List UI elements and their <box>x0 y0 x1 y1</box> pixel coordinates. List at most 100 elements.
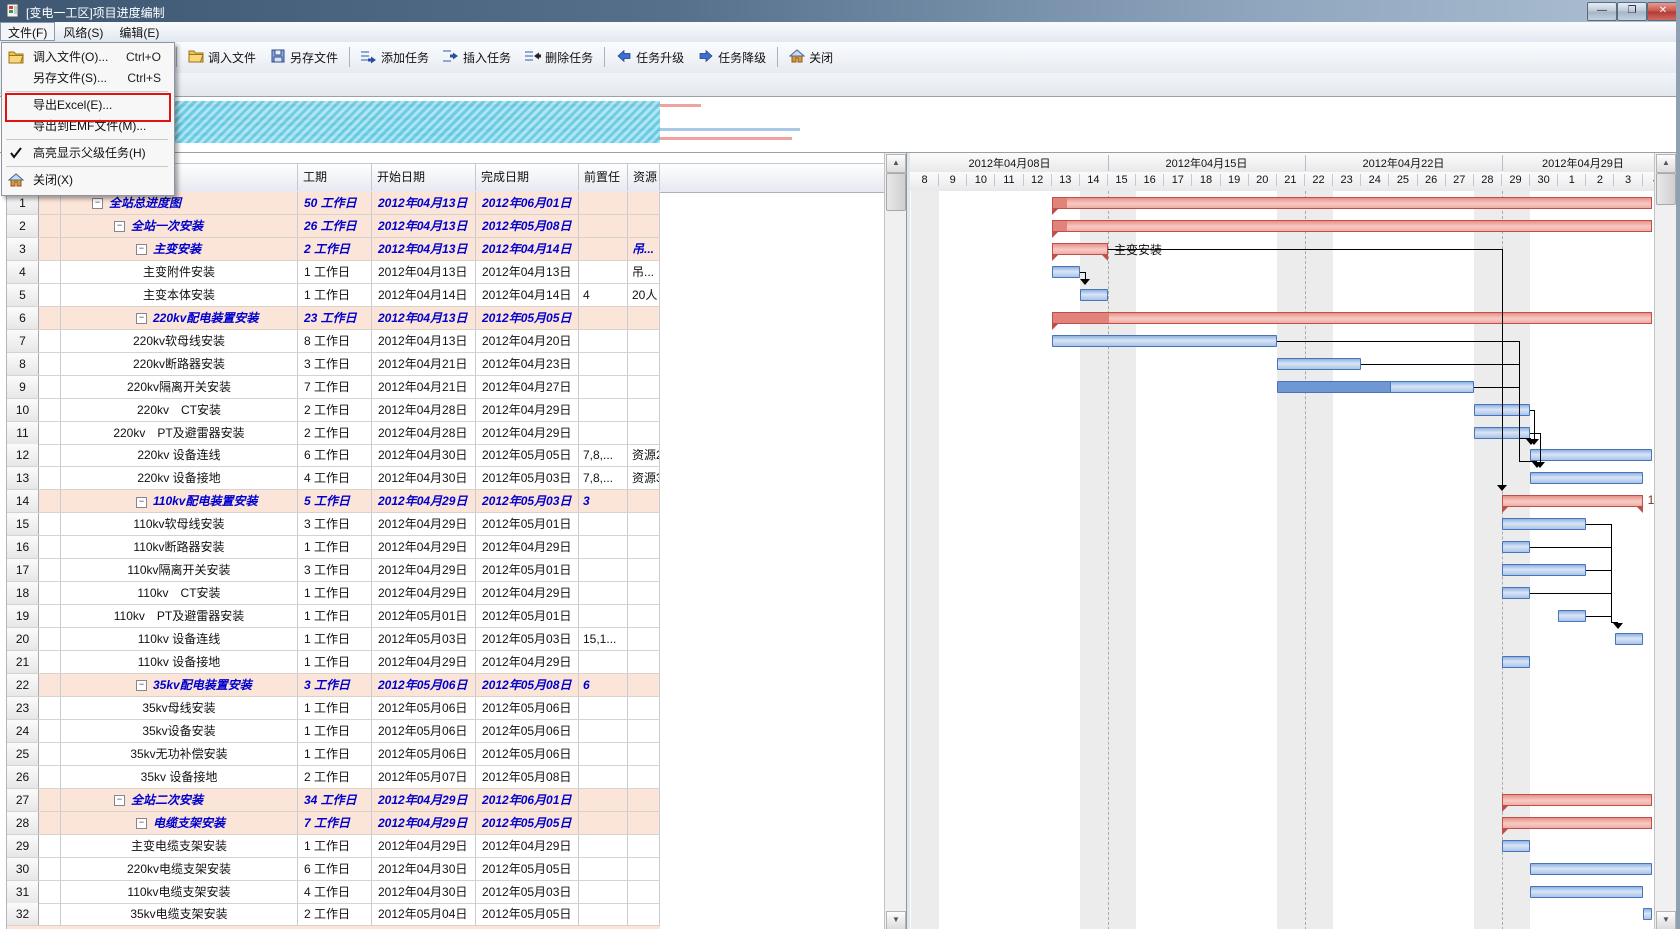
task-row-28[interactable]: 28−电缆支架安装7 工作日2012年04月29日2012年05月05日 <box>7 812 660 835</box>
toolbar-button-插入任务[interactable]: 插入任务 <box>436 46 518 69</box>
toolbar-button-关闭[interactable]: 关闭 <box>782 46 840 69</box>
task-bar-row4[interactable] <box>1052 266 1080 278</box>
menu-edit[interactable]: 编辑(E) <box>111 22 167 41</box>
task-row-30[interactable]: 30220kv电缆支架安装6 工作日2012年04月30日2012年05月05日 <box>7 858 660 881</box>
task-bar-row32[interactable] <box>1643 908 1652 920</box>
task-row-10[interactable]: 10220kv CT安装2 工作日2012年04月28日2012年04月29日 <box>7 399 660 422</box>
task-bar-row13[interactable] <box>1530 472 1643 484</box>
collapse-icon[interactable]: − <box>114 221 125 232</box>
collapse-icon[interactable]: − <box>92 198 103 209</box>
menu-file[interactable]: 文件(F) <box>0 22 55 41</box>
task-row-4[interactable]: 4主变附件安装1 工作日2012年04月13日2012年04月13日吊... <box>7 261 660 284</box>
scrollbar-thumb[interactable] <box>886 173 906 211</box>
task-row-22[interactable]: 22−35kv配电装置安装3 工作日2012年05月06日2012年05月08日… <box>7 674 660 697</box>
summary-bar-row14[interactable] <box>1502 495 1643 507</box>
task-row-32[interactable]: 3235kv电缆支架安装2 工作日2012年05月04日2012年05月05日 <box>7 903 660 926</box>
menu-network[interactable]: 风络(S) <box>55 22 111 41</box>
scroll-up-button[interactable]: ▲ <box>886 154 906 173</box>
column-header[interactable]: 前置任务 <box>579 164 628 191</box>
task-row-19[interactable]: 19110kv PT及避雷器安装1 工作日2012年05月01日2012年05月… <box>7 605 660 628</box>
task-bar-row21[interactable] <box>1502 656 1530 668</box>
summary-bar-row1[interactable] <box>1052 197 1652 209</box>
table-cell: 220kv 设备连线 <box>61 444 298 466</box>
task-row-13[interactable]: 13220kv 设备接地4 工作日2012年04月30日2012年05月03日7… <box>7 467 660 490</box>
task-bar-row20[interactable] <box>1615 633 1643 645</box>
overview-selection-region[interactable] <box>100 101 660 143</box>
task-row-26[interactable]: 2635kv 设备接地2 工作日2012年05月07日2012年05月08日 <box>7 766 660 789</box>
task-row-29[interactable]: 29主变电缆支架安装1 工作日2012年04月29日2012年04月29日 <box>7 835 660 858</box>
summary-bar-row28[interactable] <box>1502 817 1652 829</box>
task-row-18[interactable]: 18110kv CT安装1 工作日2012年04月29日2012年04月29日 <box>7 582 660 605</box>
toolbar-button-任务降级[interactable]: 任务降级 <box>691 46 773 69</box>
task-bar-row15[interactable] <box>1502 518 1586 530</box>
collapse-icon[interactable]: − <box>136 818 147 829</box>
collapse-icon[interactable]: − <box>136 680 147 691</box>
collapse-icon[interactable]: − <box>114 795 125 806</box>
column-header[interactable]: 资源 <box>628 164 660 191</box>
table-cell: 2012年05月01日 <box>372 605 476 627</box>
toolbar-button-删除任务[interactable]: 删除任务 <box>518 46 600 69</box>
task-row-12[interactable]: 12220kv 设备连线6 工作日2012年04月30日2012年05月05日7… <box>7 444 660 467</box>
scroll-down-button[interactable]: ▼ <box>1656 911 1676 929</box>
summary-bar-row27[interactable] <box>1502 794 1652 806</box>
table-vertical-scrollbar[interactable]: ▲ ▼ <box>884 153 908 929</box>
task-bar-row5[interactable] <box>1080 289 1108 301</box>
column-header[interactable]: 工期 <box>298 164 372 191</box>
task-row-6[interactable]: 6−220kv配电装置安装23 工作日2012年04月13日2012年05月05… <box>7 307 660 330</box>
task-row-11[interactable]: 11220kv PT及避雷器安装2 工作日2012年04月28日2012年04月… <box>7 422 660 445</box>
summary-bar-row6[interactable] <box>1052 312 1652 324</box>
task-bar-row18[interactable] <box>1502 587 1530 599</box>
collapse-icon[interactable]: − <box>136 497 147 508</box>
collapse-icon[interactable]: − <box>136 244 147 255</box>
table-cell: 30 <box>7 858 39 880</box>
gantt-vertical-scrollbar[interactable]: ▲ ▼ <box>1654 153 1678 929</box>
toolbar-button-另存文件[interactable]: 另存文件 <box>263 46 345 69</box>
collapse-icon[interactable]: − <box>136 313 147 324</box>
table-cell <box>39 399 61 421</box>
scrollbar-thumb[interactable] <box>1656 173 1676 205</box>
restore-button[interactable]: ❐ <box>1617 2 1647 21</box>
toolbar-button-添加任务[interactable]: 添加任务 <box>354 46 436 69</box>
task-row-23[interactable]: 2335kv母线安装1 工作日2012年05月06日2012年05月06日 <box>7 697 660 720</box>
task-row-16[interactable]: 16110kv断路器安装1 工作日2012年04月29日2012年04月29日 <box>7 536 660 559</box>
menu-item-高亮显示父级任务(H)[interactable]: 高亮显示父级任务(H) <box>3 143 171 164</box>
task-row-24[interactable]: 2435kv设备安装1 工作日2012年05月06日2012年05月06日 <box>7 720 660 743</box>
task-bar-row9[interactable] <box>1277 381 1474 393</box>
task-row-20[interactable]: 20110kv 设备连线1 工作日2012年05月03日2012年05月03日1… <box>7 628 660 651</box>
menu-item-另存文件(S)...[interactable]: 另存文件(S)...Ctrl+S <box>3 68 171 89</box>
scroll-up-button[interactable]: ▲ <box>1656 154 1676 173</box>
task-bar-row29[interactable] <box>1502 840 1530 852</box>
scroll-down-button[interactable]: ▼ <box>886 911 906 929</box>
task-bar-row7[interactable] <box>1052 335 1277 347</box>
close-button[interactable]: ✕ <box>1647 2 1679 21</box>
task-bar-row8[interactable] <box>1277 358 1361 370</box>
task-row-2[interactable]: 2−全站一次安装26 工作日2012年04月13日2012年05月08日 <box>7 215 660 238</box>
task-row-21[interactable]: 21110kv 设备接地1 工作日2012年04月29日2012年04月29日 <box>7 651 660 674</box>
task-bar-row30[interactable] <box>1530 863 1652 875</box>
task-row-14[interactable]: 14−110kv配电装置安装5 工作日2012年04月29日2012年05月03… <box>7 490 660 513</box>
toolbar-button-调入文件[interactable]: 调入文件 <box>181 46 263 69</box>
task-bar-row17[interactable] <box>1502 564 1586 576</box>
task-row-8[interactable]: 8220kv断路器安装3 工作日2012年04月21日2012年04月23日 <box>7 353 660 376</box>
task-row-15[interactable]: 15110kv软母线安装3 工作日2012年04月29日2012年05月01日 <box>7 513 660 536</box>
summary-bar-row2[interactable] <box>1052 220 1652 232</box>
menu-item-调入文件(O)...[interactable]: 调入文件(O)...Ctrl+O <box>3 47 171 68</box>
toolbar-button-任务升级[interactable]: 任务升级 <box>609 46 691 69</box>
task-bar-row19[interactable] <box>1558 610 1586 622</box>
menu-item-关闭(X)[interactable]: 关闭(X) <box>3 170 171 191</box>
column-header[interactable]: 完成日期 <box>476 164 579 191</box>
task-row-3[interactable]: 3−主变安装2 工作日2012年04月13日2012年04月14日吊... <box>7 238 660 261</box>
task-row-31[interactable]: 31110kv电缆支架安装4 工作日2012年04月30日2012年05月03日 <box>7 881 660 904</box>
task-row-5[interactable]: 5主变本体安装1 工作日2012年04月14日2012年04月14日420人 <box>7 284 660 307</box>
task-row-7[interactable]: 7220kv软母线安装8 工作日2012年04月13日2012年04月20日 <box>7 330 660 353</box>
task-row-25[interactable]: 2535kv无功补偿安装1 工作日2012年05月06日2012年05月06日 <box>7 743 660 766</box>
task-row-17[interactable]: 17110kv隔离开关安装3 工作日2012年04月29日2012年05月01日 <box>7 559 660 582</box>
task-bar-row16[interactable] <box>1502 541 1530 553</box>
task-bar-row31[interactable] <box>1530 886 1643 898</box>
summary-bar-row3[interactable] <box>1052 243 1108 255</box>
task-row-27[interactable]: 27−全站二次安装34 工作日2012年04月29日2012年06月01日 <box>7 789 660 812</box>
task-row-9[interactable]: 9220kv隔离开关安装7 工作日2012年04月21日2012年04月27日 <box>7 376 660 399</box>
minimize-button[interactable]: — <box>1587 2 1617 21</box>
task-bar-row12[interactable] <box>1530 449 1652 461</box>
column-header[interactable]: 开始日期 <box>372 164 476 191</box>
